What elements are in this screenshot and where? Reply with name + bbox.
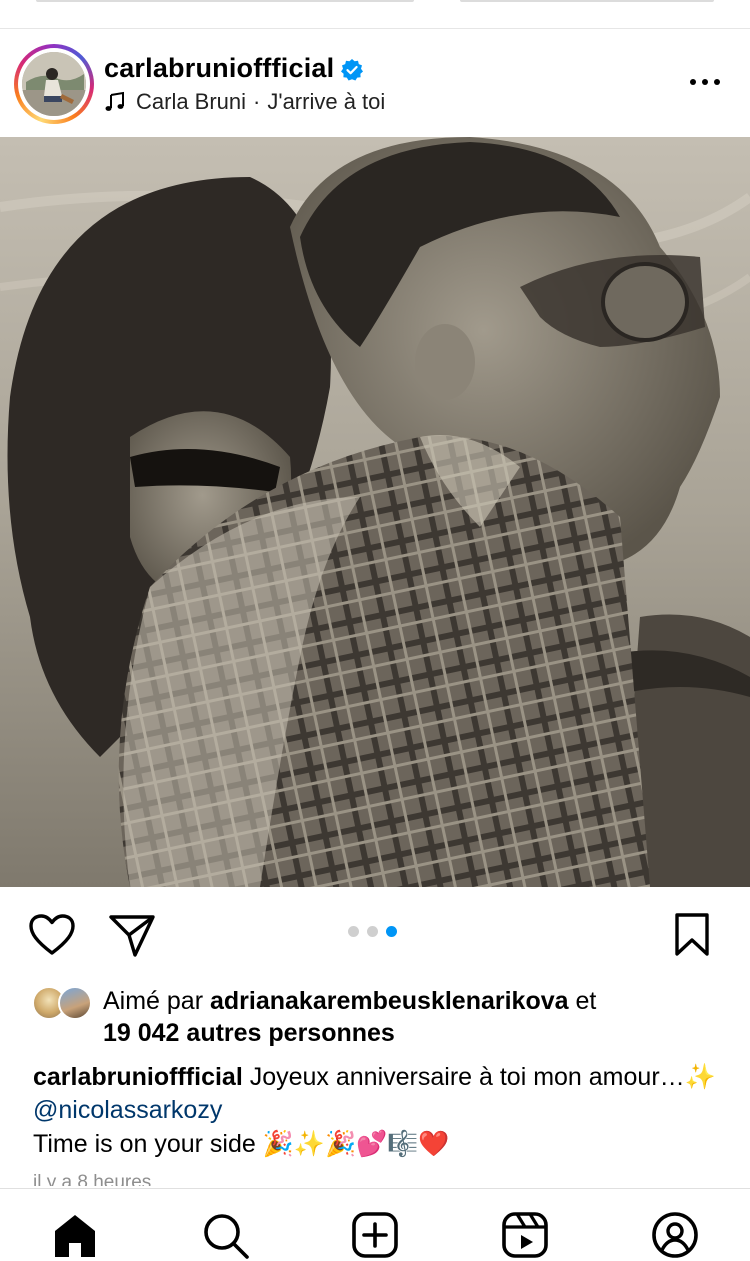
reels-icon	[502, 1212, 548, 1258]
likes-conjunction: et	[575, 987, 597, 1015]
create-icon	[352, 1212, 398, 1258]
carousel-indicator	[348, 926, 397, 937]
liker-avatars	[32, 984, 96, 1020]
caption-username[interactable]: carlabrunioffficial	[33, 1063, 243, 1091]
audio-artist: Carla Bruni	[136, 89, 247, 114]
post-actions	[0, 887, 750, 982]
music-note-icon	[105, 91, 124, 111]
carousel-dot	[367, 926, 378, 937]
share-button[interactable]	[106, 911, 158, 959]
avatar	[22, 52, 86, 116]
post-caption: carlabrunioffficial Joyeux anniversaire …	[33, 1060, 723, 1161]
caption-sparkle: ✨	[684, 1062, 716, 1091]
caption-emojis: 🎉✨🎉💕🎼❤️	[262, 1129, 450, 1158]
more-horizontal-icon	[690, 79, 696, 85]
paper-plane-icon	[109, 915, 155, 957]
story-avatar[interactable]	[14, 44, 94, 124]
post-media[interactable]	[0, 137, 750, 887]
audio-track[interactable]: Carla Bruni · J'arrive à toi	[104, 89, 385, 115]
post-timestamp: il y a 8 heures	[33, 1172, 152, 1186]
profile-icon	[652, 1212, 698, 1258]
save-button[interactable]	[668, 911, 716, 959]
previous-post-border	[36, 0, 414, 2]
caption-mention[interactable]: @nicolassarkozy	[33, 1096, 222, 1124]
audio-title: J'arrive à toi	[267, 89, 386, 114]
username[interactable]: carlabrunioffficial	[104, 53, 334, 84]
search-icon	[204, 1214, 249, 1259]
caption-text: Joyeux anniversaire à toi mon amour…	[249, 1063, 685, 1091]
audio-separator: ·	[253, 89, 261, 114]
like-button[interactable]	[26, 911, 78, 959]
likes-prefix: Aimé par	[103, 987, 204, 1015]
caption-line2: Time is on your side	[33, 1130, 256, 1158]
likes-count[interactable]: 19 042 autres personnes	[103, 1019, 395, 1048]
bottom-navigation	[0, 1188, 750, 1259]
post-photo	[0, 137, 750, 887]
verified-badge-icon	[341, 59, 363, 81]
post-header: carlabrunioffficial Carla Bruni · J'arri…	[0, 29, 750, 137]
avatar	[58, 986, 92, 1020]
heart-icon	[29, 914, 75, 955]
previous-post-edge	[0, 0, 750, 28]
carousel-dot-active	[386, 926, 397, 937]
bookmark-icon	[675, 913, 709, 956]
liker-username[interactable]: adrianakarembeusklenarikova	[210, 987, 569, 1015]
home-icon	[55, 1215, 95, 1257]
more-options-button[interactable]	[680, 67, 730, 97]
carousel-dot	[348, 926, 359, 937]
previous-post-border	[460, 0, 714, 2]
